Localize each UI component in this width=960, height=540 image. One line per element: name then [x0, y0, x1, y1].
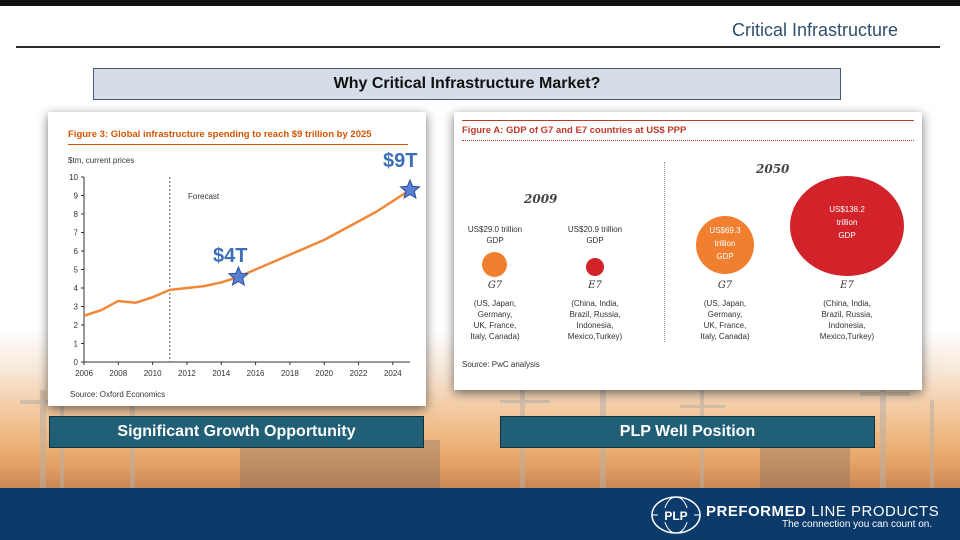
year-2009: 2009 [524, 192, 558, 206]
star-marker-icon [227, 265, 250, 287]
logo-text: PLP [664, 509, 687, 523]
significant-growth-caption: Significant Growth Opportunity [49, 416, 424, 448]
x-tick-label: 2022 [350, 369, 368, 378]
g7-2050-label: G7 [717, 280, 733, 291]
y-tick-label: 10 [69, 173, 78, 182]
y-tick-label: 6 [74, 247, 79, 256]
year-2050: 2050 [756, 162, 790, 176]
g7-2009-members: (US, Japan, Germany, UK, France, Italy, Ca… [470, 299, 520, 341]
x-tick-label: 2010 [144, 369, 162, 378]
x-tick-label: 2018 [281, 369, 299, 378]
x-tick-label: 2008 [109, 369, 127, 378]
gdp-figure-source: Source: PwC analysis [462, 360, 540, 369]
e7-2050-value-label: US$138.2 trillion GDP [829, 205, 865, 240]
g7-2009-circle [482, 252, 507, 277]
e7-2050-members: (China, India, Brazil, Russia, Indonesia,… [819, 299, 875, 341]
e7-2050-label: E7 [840, 280, 854, 291]
g7-2009-value-label: US$29.0 trillion GDP [467, 225, 523, 245]
section-banner: Why Critical Infrastructure Market? [93, 68, 841, 100]
figure-top-rule [462, 120, 914, 121]
g7-2009-label: G7 [487, 280, 503, 291]
e7-2009-members: (China, India, Brazil, Russia, Indonesia,… [567, 299, 623, 341]
y-tick-label: 2 [74, 321, 79, 330]
x-tick-label: 2024 [384, 369, 402, 378]
y-tick-label: 9 [74, 192, 79, 201]
forecast-label: Forecast [188, 192, 220, 201]
y-tick-label: 4 [74, 284, 79, 293]
gdp-figure-title: Figure A: GDP of G7 and E7 countries at … [462, 125, 687, 136]
y-tick-label: 5 [74, 266, 79, 275]
x-tick-label: 2014 [212, 369, 230, 378]
y-unit-label: $tm, current prices [68, 156, 134, 165]
annotation-9t: $9T [383, 150, 418, 172]
y-tick-label: 0 [74, 358, 79, 367]
top-bar [0, 0, 960, 6]
x-tick-label: 2012 [178, 369, 196, 378]
x-tick-label: 2016 [247, 369, 265, 378]
plp-globe-logo-icon: PLP [651, 496, 701, 534]
y-tick-label: 1 [74, 340, 79, 349]
x-tick-label: 2020 [315, 369, 333, 378]
y-tick-label: 8 [74, 210, 79, 219]
plp-well-position-caption: PLP Well Position [500, 416, 875, 448]
y-tick-label: 3 [74, 303, 79, 312]
x-tick-label: 2006 [75, 369, 93, 378]
brand-name: PREFORMED LINE PRODUCTS [706, 503, 940, 520]
y-tick-label: 7 [74, 229, 79, 238]
year-divider [664, 162, 665, 342]
gdp-figure-panel: Figure A: GDP of G7 and E7 countries at … [454, 112, 922, 390]
e7-2009-value-label: US$20.9 trillion GDP [567, 225, 623, 245]
brand-tagline: The connection you can count on. [782, 519, 933, 530]
chart-source: Source: Oxford Economics [70, 390, 166, 399]
g7-2050-value-label: US$69.3 trillion GDP [709, 226, 741, 261]
g7-2050-members: (US, Japan, Germany, UK, France, Italy, Ca… [700, 299, 750, 341]
infrastructure-chart-panel: Figure 3: Global infrastructure spending… [48, 112, 426, 406]
figure-title-rule [462, 140, 914, 141]
e7-2009-circle [586, 258, 604, 276]
annotation-4t: $4T [213, 245, 248, 267]
e7-2009-label: E7 [588, 280, 602, 291]
title-rule [16, 46, 940, 48]
slide-title: Critical Infrastructure [731, 20, 898, 40]
